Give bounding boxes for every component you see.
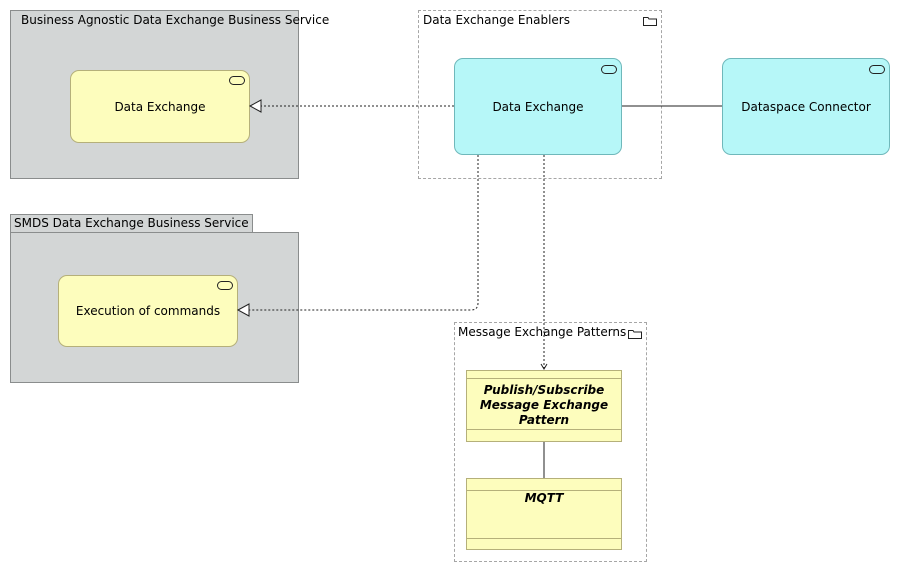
connectors-layer	[236, 99, 722, 478]
realization-connector-execution[interactable]	[236, 155, 479, 317]
access-connector-pubsub[interactable]	[540, 155, 548, 370]
realization-connector-agnostic[interactable]	[248, 99, 454, 113]
